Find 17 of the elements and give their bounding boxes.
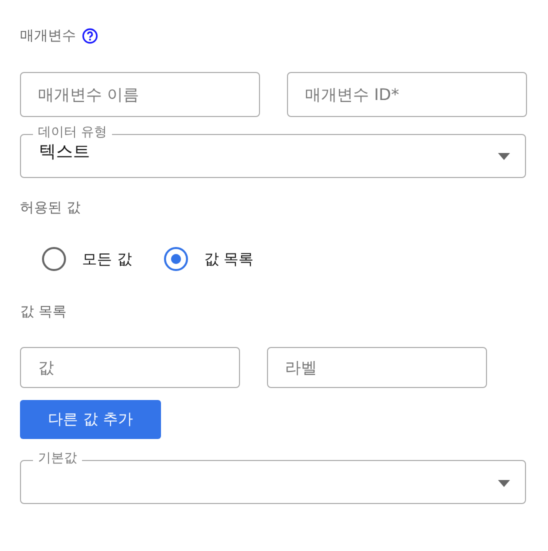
radio-label: 모든 값 bbox=[82, 250, 132, 268]
radio-label: 값 목록 bbox=[204, 250, 254, 268]
radio-button[interactable] bbox=[164, 247, 188, 271]
text-field[interactable]: 매개변수 ID* bbox=[287, 72, 527, 117]
section-title: 매개변수 bbox=[20, 27, 76, 45]
add-button[interactable]: 다른 값 추가 bbox=[20, 400, 161, 439]
caret-icon bbox=[498, 153, 510, 160]
dropdown[interactable]: 데이터 유형 텍스트 bbox=[20, 125, 526, 178]
text-field[interactable]: 라벨 bbox=[267, 347, 487, 388]
text-field[interactable]: 매개변수 이름 bbox=[20, 72, 260, 117]
field-label: 허용된 값 bbox=[20, 199, 82, 217]
text-field[interactable]: 값 bbox=[20, 347, 240, 388]
help-icon[interactable] bbox=[82, 28, 98, 44]
dropdown[interactable]: 기본값 bbox=[20, 451, 526, 504]
radio-button[interactable] bbox=[42, 247, 66, 271]
caret-icon bbox=[498, 480, 510, 487]
field-label: 값 목록 bbox=[20, 303, 68, 321]
